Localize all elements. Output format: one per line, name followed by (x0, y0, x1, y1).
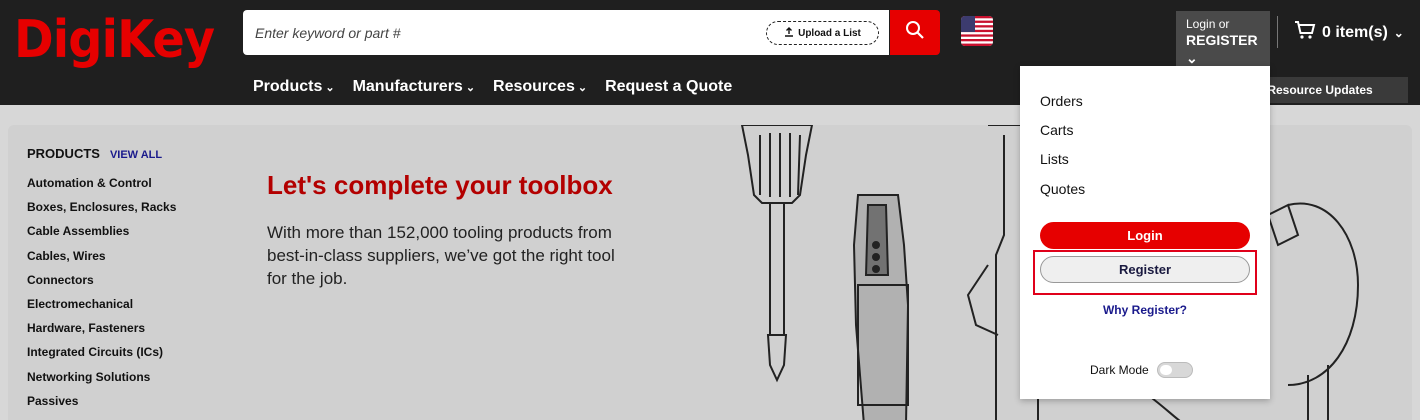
upload-icon (784, 26, 794, 40)
login-button[interactable]: Login (1040, 222, 1250, 249)
category-item[interactable]: Electromechanical (27, 297, 176, 321)
category-item[interactable]: Networking Solutions (27, 370, 176, 394)
cart-icon (1294, 20, 1316, 45)
category-item[interactable]: Cable Assemblies (27, 224, 176, 248)
chevron-down-icon: ⌄ (1393, 25, 1404, 40)
cart-button[interactable]: 0 item(s) ⌄ (1294, 20, 1404, 45)
main-nav: Products ⌄ Manufacturers ⌄ Resources ⌄ Requ… (253, 78, 732, 96)
dropdown-orders-link[interactable]: Orders (1040, 93, 1083, 109)
chevron-down-icon: ⌄ (1186, 50, 1198, 66)
category-item[interactable]: Automation & Control (27, 176, 176, 200)
login-small-label: Login or (1186, 17, 1230, 31)
dropdown-carts-link[interactable]: Carts (1040, 122, 1073, 138)
category-item[interactable]: Integrated Circuits (ICs) (27, 345, 176, 369)
products-header: PRODUCTS VIEW ALL (27, 146, 162, 161)
category-item[interactable]: Connectors (27, 273, 176, 297)
register-button[interactable]: Register (1040, 256, 1250, 283)
login-big-label: REGISTER ⌄ (1186, 32, 1258, 66)
nav-request-quote[interactable]: Request a Quote (605, 78, 732, 96)
digikey-logo[interactable]: DigiKey (14, 10, 215, 70)
dropdown-quotes-link[interactable]: Quotes (1040, 181, 1085, 197)
nav-resources[interactable]: Resources ⌄ (493, 78, 587, 96)
nav-products[interactable]: Products ⌄ (253, 78, 335, 96)
dark-mode-toggle[interactable] (1156, 362, 1193, 378)
dark-mode-label: Dark Mode (1090, 363, 1149, 377)
category-item[interactable]: Boxes, Enclosures, Racks (27, 200, 176, 224)
why-register-link[interactable]: Why Register? (1020, 303, 1270, 317)
category-item[interactable]: Cables, Wires (27, 249, 176, 273)
account-dropdown: Orders Carts Lists Quotes Login Register… (1020, 66, 1270, 399)
chevron-down-icon: ⌄ (465, 81, 476, 94)
view-all-link[interactable]: VIEW ALL (110, 149, 162, 161)
login-register-toggle[interactable]: Login or REGISTER ⌄ (1176, 11, 1270, 66)
dropdown-lists-link[interactable]: Lists (1040, 151, 1069, 167)
chevron-down-icon: ⌄ (577, 81, 588, 94)
header-divider (1277, 16, 1278, 48)
toggle-knob (1159, 365, 1172, 375)
hero-text: With more than 152,000 tooling products … (267, 223, 615, 288)
chevron-down-icon: ⌄ (325, 81, 335, 94)
product-category-list: Automation & Control Boxes, Enclosures, … (27, 176, 176, 418)
upload-list-button[interactable]: Upload a List (766, 21, 879, 45)
dark-mode-row: Dark Mode (1090, 362, 1193, 378)
category-item[interactable]: Passives (27, 394, 176, 418)
search-button[interactable] (890, 10, 940, 55)
search-input[interactable] (255, 22, 755, 44)
upload-list-label: Upload a List (798, 27, 861, 39)
category-item[interactable]: Hardware, Fasteners (27, 321, 176, 345)
hero-title: Let's complete your toolbox (267, 170, 613, 200)
cart-label: 0 item(s) (1322, 23, 1388, 41)
search-icon (905, 20, 925, 45)
search-box: Upload a List (243, 10, 889, 55)
nav-manufacturers[interactable]: Manufacturers ⌄ (353, 78, 475, 96)
search-bar: Upload a List (243, 10, 940, 55)
products-title: PRODUCTS (27, 146, 100, 161)
us-flag-icon[interactable] (961, 16, 993, 46)
